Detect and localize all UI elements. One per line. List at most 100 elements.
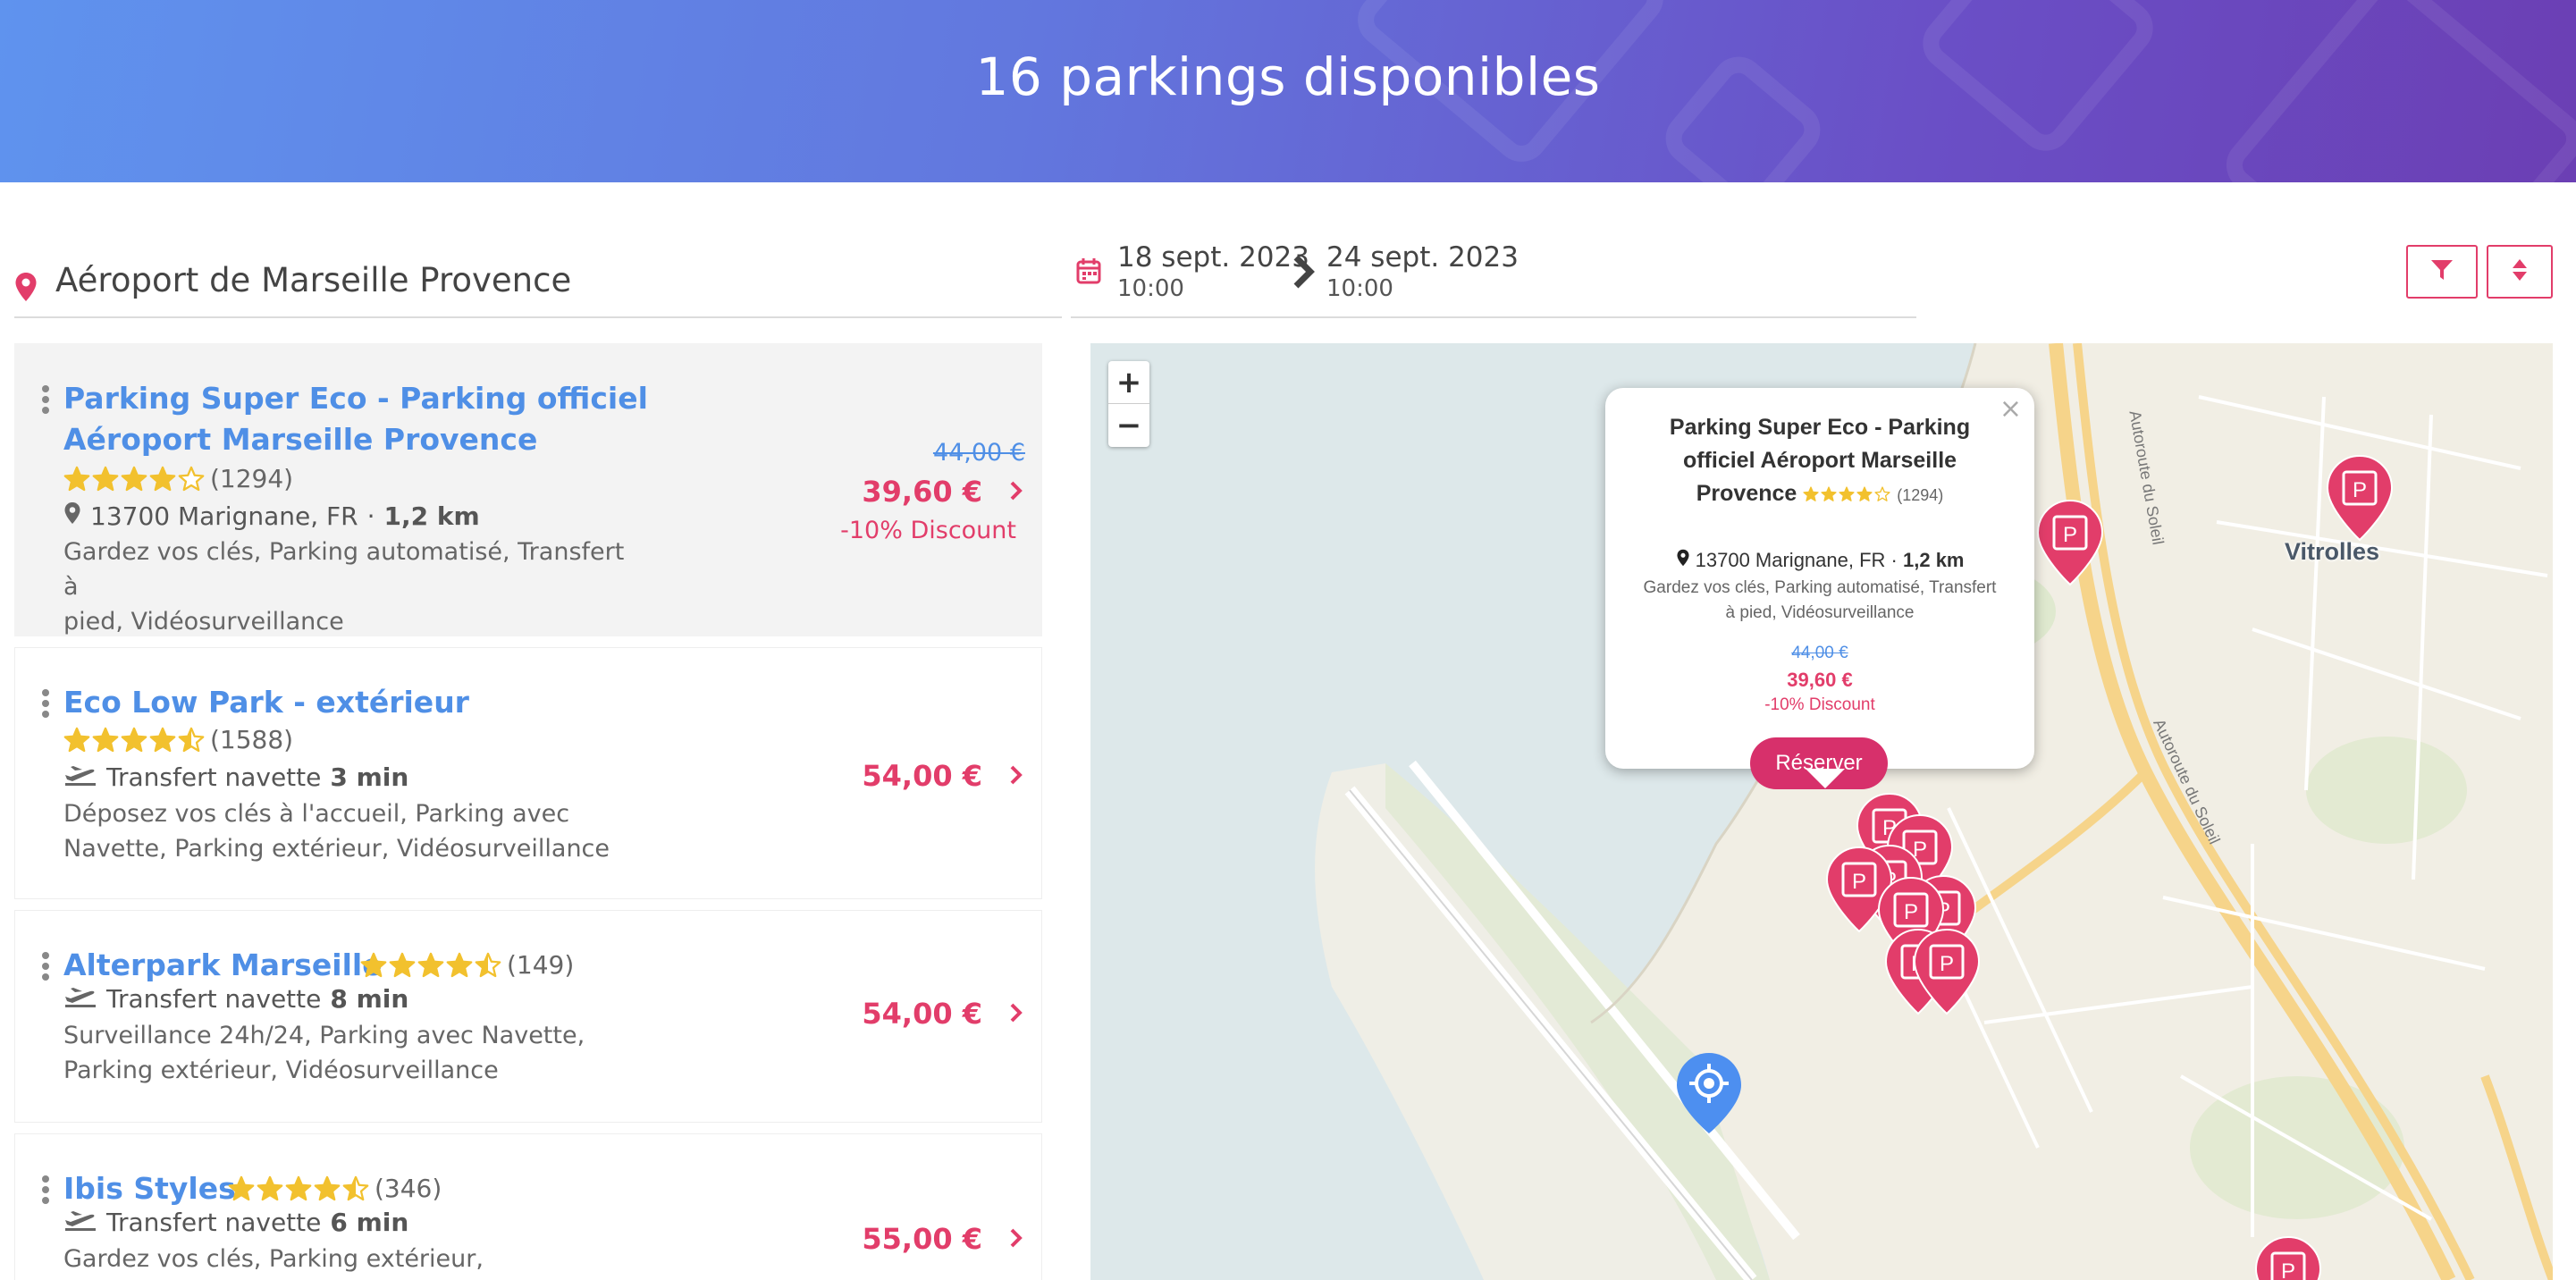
drag-handle-icon[interactable] (42, 952, 49, 984)
shuttle-time: 8 min (330, 984, 409, 1014)
popup-address: 13700 Marignane, FR · 1,2 km (1605, 549, 2034, 572)
result-card[interactable]: Eco Low Park - extérieur (1588) Transfer… (14, 647, 1042, 899)
page-title: 16 parkings disponibles (975, 46, 1601, 107)
end-time-text: 10:00 (1326, 275, 1393, 302)
star-icon (92, 466, 119, 491)
result-name-line2: Aéroport Marseille Provence (63, 422, 538, 457)
features-line2: Navette, Parking extérieur, Vidéosurveil… (63, 835, 610, 863)
result-name-line1: Parking Super Eco - Parking officiel (63, 381, 648, 416)
features-line2: à pied, Vidéosurveillance (1725, 603, 1915, 622)
star-icon (178, 466, 205, 491)
features-line1: Gardez vos clés, Parking extérieur, (63, 1245, 484, 1273)
star-icon (149, 727, 176, 752)
parking-marker-icon[interactable]: P (2326, 454, 2394, 546)
map-pin-icon (63, 501, 81, 531)
star-icon (149, 466, 176, 491)
map-popup: × Parking Super Eco - Parking officiel A… (1605, 388, 2034, 789)
result-card[interactable]: Alterpark Marseille (149) Transfert nave… (14, 910, 1042, 1123)
end-date[interactable]: 24 sept. 2023 10:00 (1326, 241, 1519, 302)
popup-title: Parking Super Eco - Parking officiel Aér… (1641, 411, 1999, 512)
reserve-button[interactable]: Réserver (1750, 737, 1888, 789)
shuttle-line: Transfert navette 3 min (63, 762, 408, 792)
drag-handle-icon[interactable] (42, 1175, 49, 1208)
review-count: (1588) (210, 725, 294, 754)
popup-title-line3: Provence (1696, 481, 1797, 506)
star-icon (1821, 486, 1837, 502)
result-name[interactable]: Eco Low Park - extérieur (63, 682, 469, 723)
stars (1803, 486, 1890, 502)
features: Surveillance 24h/24, Parking avec Navett… (63, 1018, 636, 1088)
stars (360, 952, 501, 979)
features-line2: pied, Vidéosurveillance (63, 608, 344, 636)
zoom-control: + − (1108, 361, 1149, 447)
review-count: (149) (507, 950, 575, 980)
price: 55,00 € (862, 1222, 982, 1256)
result-name[interactable]: Ibis Styles (63, 1168, 236, 1209)
chevron-right-icon (1009, 764, 1023, 790)
svg-text:P: P (1852, 870, 1866, 894)
old-price: 44,00 € (1791, 644, 1848, 662)
features-line1: Gardez vos clés, Parking automatisé, Tra… (63, 538, 625, 601)
stars (228, 1175, 369, 1202)
features: Déposez vos clés à l'accueil, Parking av… (63, 796, 636, 866)
date-range[interactable]: 18 sept. 2023 10:00 24 sept. 2023 10:00 (1071, 240, 1916, 318)
start-date-text: 18 sept. 2023 (1117, 241, 1309, 274)
old-price: 44,00 € (932, 439, 1025, 467)
location-search[interactable]: Aéroport de Marseille Provence (14, 261, 1062, 318)
shuttle-label: Transfert navette (106, 984, 322, 1014)
star-icon (228, 1175, 255, 1200)
price: 39,60 € (1787, 669, 1853, 691)
star-icon (314, 1175, 341, 1200)
popup-title-line1: Parking Super Eco - Parking (1669, 415, 1971, 440)
discount: -10% Discount (1764, 695, 1875, 714)
result-name[interactable]: Parking Super Eco - Parking officiel Aér… (63, 378, 648, 460)
zoom-out-button[interactable]: − (1108, 404, 1149, 447)
stars (63, 466, 205, 493)
filter-icon (2430, 258, 2454, 286)
popup-features: Gardez vos clés, Parking automatisé, Tra… (1641, 576, 1999, 626)
shuttle-line: Transfert navette 6 min (63, 1208, 408, 1237)
results-list: Parking Super Eco - Parking officiel Aér… (14, 343, 1042, 1280)
close-icon[interactable]: × (1999, 393, 2022, 425)
sort-button[interactable] (2487, 245, 2553, 299)
svg-text:P: P (2063, 523, 2077, 547)
shuttle-label: Transfert navette (106, 1208, 322, 1237)
drag-handle-icon[interactable] (42, 689, 49, 721)
star-icon (1803, 486, 1819, 502)
price: 54,00 € (862, 997, 982, 1031)
parking-marker-icon[interactable]: P (2036, 499, 2104, 591)
distance-text: 1,2 km (1903, 549, 1965, 571)
star-icon (178, 727, 205, 752)
address-line: 13700 Marignane, FR · 1,2 km (63, 501, 480, 531)
features: Gardez vos clés, Parking automatisé, Tra… (63, 535, 636, 639)
star-icon (475, 952, 501, 977)
rating: (1588) (63, 725, 293, 754)
features-line1: Déposez vos clés à l'accueil, Parking av… (63, 800, 570, 828)
chevron-right-icon (1009, 1002, 1023, 1028)
start-date[interactable]: 18 sept. 2023 10:00 (1117, 241, 1309, 302)
shuttle-time: 6 min (330, 1208, 409, 1237)
my-location-icon[interactable] (1675, 1051, 1743, 1140)
distance-text: 1,2 km (383, 501, 480, 531)
features-line2: Parking extérieur, Vidéosurveillance (63, 1057, 499, 1084)
price: 54,00 € (862, 759, 982, 793)
map-pin-icon (1676, 549, 1690, 571)
result-card[interactable]: Parking Super Eco - Parking officiel Aér… (14, 343, 1042, 636)
parking-marker-icon[interactable]: P (2254, 1235, 2322, 1280)
result-card[interactable]: Ibis Styles (346) Transfert navette 6 mi… (14, 1133, 1042, 1280)
map-pin-icon (14, 272, 38, 307)
filter-button[interactable] (2406, 245, 2478, 299)
features: Gardez vos clés, Parking extérieur, (63, 1242, 636, 1276)
result-name[interactable]: Alterpark Marseille (63, 945, 383, 986)
drag-handle-icon[interactable] (42, 385, 49, 417)
map[interactable]: Autoroute du Soleil Autoroute du Soleil … (1090, 343, 2553, 1280)
chevron-right-icon (1009, 480, 1023, 506)
sort-icon (2512, 258, 2528, 286)
parking-marker-icon[interactable]: P (1913, 928, 1981, 1020)
star-icon (342, 1175, 369, 1200)
end-date-text: 24 sept. 2023 (1326, 241, 1519, 274)
zoom-in-button[interactable]: + (1108, 361, 1149, 404)
features-line1: Gardez vos clés, Parking automatisé, Tra… (1643, 578, 1997, 597)
star-icon (121, 466, 147, 491)
star-icon (446, 952, 473, 977)
